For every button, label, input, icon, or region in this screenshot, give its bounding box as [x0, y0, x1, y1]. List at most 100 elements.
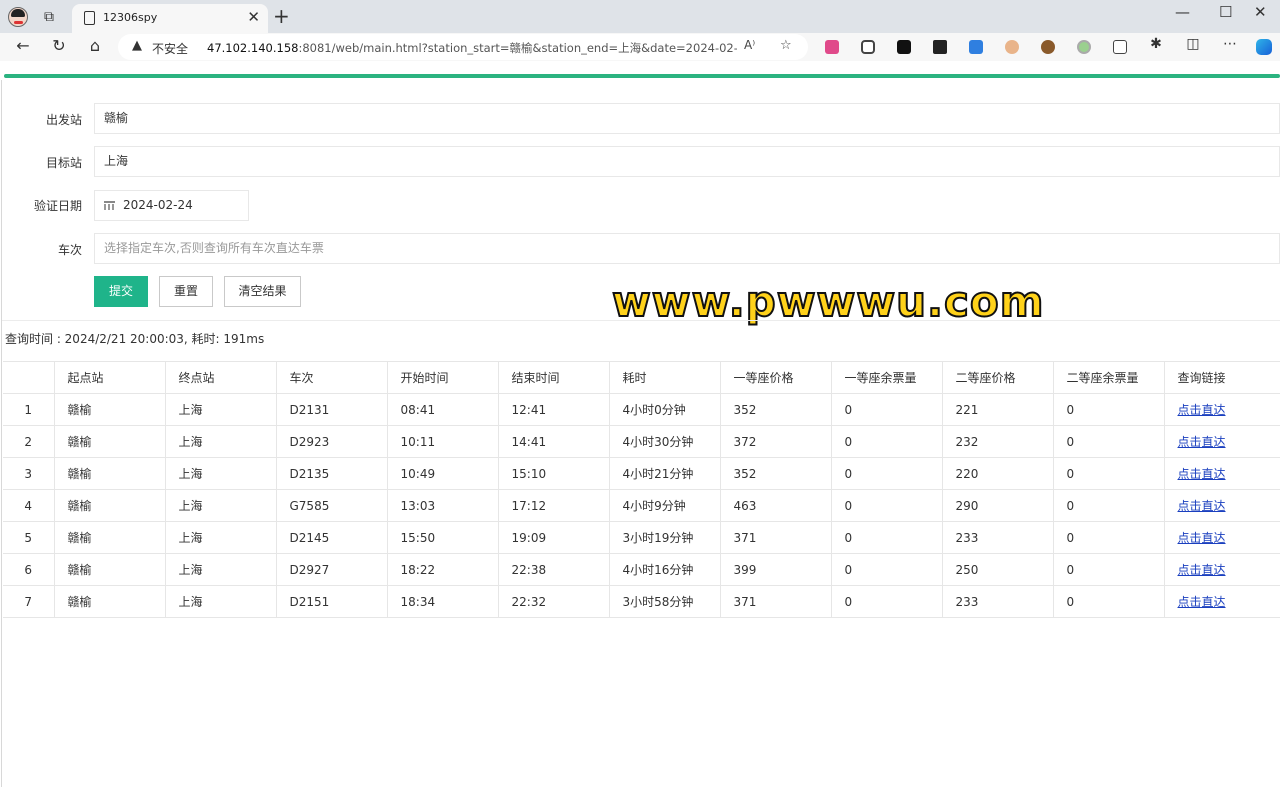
cell-end: 上海 — [165, 553, 277, 586]
top-accent-bar — [4, 74, 1280, 78]
cell-index: 1 — [3, 393, 55, 426]
cell-second-tickets: 0 — [1053, 585, 1165, 618]
browser-toolbar: ← ↻ ⌂ ▲ 不安全 47.102.140.158:8081/web/main… — [0, 33, 1280, 61]
cell-start: 赣榆 — [54, 457, 166, 490]
query-info: 查询时间 : 2024/2/21 20:00:03, 耗时: 191ms — [5, 332, 265, 346]
cell-depart: 18:34 — [387, 585, 499, 618]
url-text[interactable]: 47.102.140.158:8081/web/main.html?statio… — [207, 40, 737, 56]
cell-end: 上海 — [165, 457, 277, 490]
train-number-label: 车次 — [57, 243, 82, 257]
window-minimize-icon[interactable]: — — [1175, 3, 1190, 21]
end-station-input[interactable]: 上海 — [94, 146, 1280, 177]
col-header-second-tickets: 二等座余票量 — [1053, 361, 1165, 394]
cell-train: D2151 — [276, 585, 388, 618]
submit-button[interactable]: 提交 — [94, 276, 148, 307]
cell-first-price: 399 — [720, 553, 832, 586]
cell-arrive: 14:41 — [498, 425, 610, 458]
collections-icon[interactable] — [1113, 40, 1127, 54]
col-header-index — [3, 361, 55, 394]
table-row: 5 赣榆 上海 D2145 15:50 19:09 3小时19分钟 371 0 … — [3, 521, 1280, 554]
extension-icon-1[interactable] — [825, 40, 839, 54]
address-bar[interactable]: ▲ 不安全 47.102.140.158:8081/web/main.html?… — [118, 34, 808, 60]
security-status[interactable]: 不安全 — [152, 40, 188, 57]
cell-second-price: 221 — [942, 393, 1054, 426]
cell-train: D2923 — [276, 425, 388, 458]
extension-icon-4[interactable] — [933, 40, 947, 54]
cell-end: 上海 — [165, 425, 277, 458]
col-header-train: 车次 — [276, 361, 388, 394]
direct-link[interactable]: 点击直达 — [1178, 595, 1226, 609]
cell-start: 赣榆 — [54, 553, 166, 586]
start-station-input[interactable]: 赣榆 — [94, 103, 1280, 134]
tab-title: 12306spy — [103, 11, 158, 24]
col-header-depart: 开始时间 — [387, 361, 499, 394]
cell-second-tickets: 0 — [1053, 393, 1165, 426]
extension-icon-3[interactable] — [897, 40, 911, 54]
new-tab-icon[interactable]: + — [273, 4, 290, 28]
cell-first-tickets: 0 — [831, 425, 943, 458]
url-path: :8081/web/main.html?station_start=赣榆&sta… — [298, 41, 737, 55]
cell-index: 4 — [3, 489, 55, 522]
cell-depart: 10:11 — [387, 425, 499, 458]
train-number-input[interactable]: 选择指定车次,否则查询所有车次直达车票 — [94, 233, 1280, 264]
date-input[interactable]: 2024-02-24 — [94, 190, 249, 221]
window-maximize-icon[interactable]: ☐ — [1219, 3, 1232, 21]
cookie-icon[interactable] — [1041, 40, 1055, 54]
cell-index: 3 — [3, 457, 55, 490]
warning-triangle-icon[interactable]: ▲ — [132, 38, 142, 53]
cell-train: D2927 — [276, 553, 388, 586]
browser-tab-bar: ⧉ 12306spy ✕ + — ☐ ✕ — [0, 0, 1280, 33]
cell-arrive: 17:12 — [498, 489, 610, 522]
home-icon[interactable]: ⌂ — [84, 36, 106, 55]
direct-link[interactable]: 点击直达 — [1178, 531, 1226, 545]
cell-duration: 4小时0分钟 — [609, 393, 721, 426]
clear-results-button[interactable]: 清空结果 — [224, 276, 301, 307]
read-aloud-icon[interactable]: A⁾ — [744, 38, 755, 52]
copilot-icon[interactable] — [1256, 39, 1272, 55]
cell-end: 上海 — [165, 521, 277, 554]
cell-second-price: 233 — [942, 521, 1054, 554]
favorite-star-icon[interactable]: ☆ — [780, 38, 792, 53]
split-screen-icon[interactable]: ◫ — [1182, 36, 1204, 52]
cell-duration: 4小时16分钟 — [609, 553, 721, 586]
pocket-icon[interactable] — [861, 40, 875, 54]
window-close-icon[interactable]: ✕ — [1254, 3, 1267, 21]
cell-first-tickets: 0 — [831, 457, 943, 490]
tab-close-icon[interactable]: ✕ — [247, 8, 260, 26]
cell-second-price: 250 — [942, 553, 1054, 586]
reset-button[interactable]: 重置 — [159, 276, 213, 307]
direct-link[interactable]: 点击直达 — [1178, 499, 1226, 513]
page-left-border — [1, 80, 2, 787]
more-menu-icon[interactable]: ⋯ — [1219, 36, 1241, 52]
extension-icon-8[interactable] — [1077, 40, 1091, 54]
browser-tab[interactable]: 12306spy ✕ — [72, 4, 268, 33]
cell-second-tickets: 0 — [1053, 425, 1165, 458]
cell-arrive: 15:10 — [498, 457, 610, 490]
cell-first-price: 463 — [720, 489, 832, 522]
extension-icon-6[interactable] — [1005, 40, 1019, 54]
direct-link[interactable]: 点击直达 — [1178, 563, 1226, 577]
cell-depart: 10:49 — [387, 457, 499, 490]
date-value: 2024-02-24 — [123, 198, 193, 212]
col-header-link: 查询链接 — [1164, 361, 1280, 394]
back-arrow-icon[interactable]: ← — [12, 36, 34, 55]
refresh-icon[interactable]: ↻ — [48, 36, 70, 55]
col-header-arrive: 结束时间 — [498, 361, 610, 394]
extension-icon-5[interactable] — [969, 40, 983, 54]
direct-link[interactable]: 点击直达 — [1178, 435, 1226, 449]
direct-link[interactable]: 点击直达 — [1178, 403, 1226, 417]
start-station-label: 出发站 — [45, 113, 82, 127]
end-station-label: 目标站 — [45, 156, 82, 170]
direct-link[interactable]: 点击直达 — [1178, 467, 1226, 481]
cell-start: 赣榆 — [54, 425, 166, 458]
workspaces-icon[interactable]: ⧉ — [44, 9, 60, 25]
watermark-text: www.pwwwu.com — [611, 276, 1045, 327]
cell-train: D2131 — [276, 393, 388, 426]
extensions-puzzle-icon[interactable]: ✱ — [1145, 36, 1167, 52]
cell-start: 赣榆 — [54, 585, 166, 618]
profile-avatar-icon[interactable] — [8, 7, 28, 27]
cell-train: G7585 — [276, 489, 388, 522]
table-row: 2 赣榆 上海 D2923 10:11 14:41 4小时30分钟 372 0 … — [3, 425, 1280, 458]
cell-second-tickets: 0 — [1053, 553, 1165, 586]
url-host: 47.102.140.158 — [207, 41, 299, 55]
